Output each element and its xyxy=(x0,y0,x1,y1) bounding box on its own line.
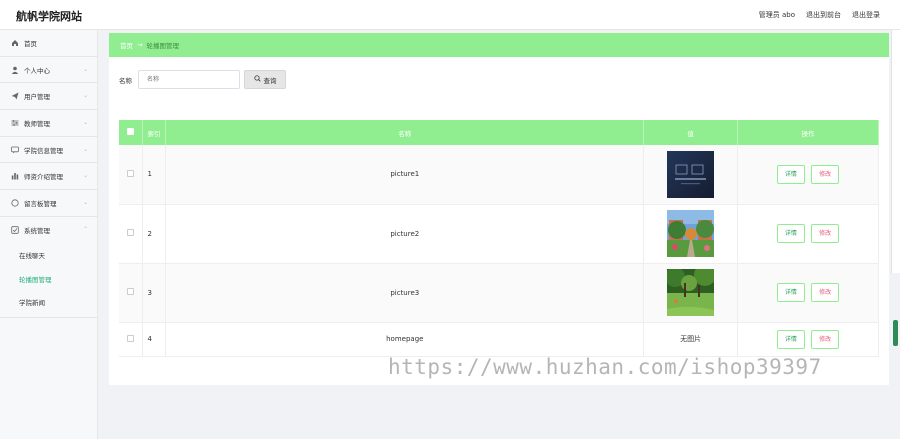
row-image-cell xyxy=(643,204,739,264)
table-row: 4 homepage 无图片 详情 修改 xyxy=(119,322,879,357)
chevron-up-icon: ⌃ xyxy=(82,225,88,233)
sidebar-item-label: 系统管理 xyxy=(24,227,50,236)
table-row: 1 picture1 详情 修改 xyxy=(119,145,879,205)
row-index: 1 xyxy=(142,145,167,205)
detail-button[interactable]: 详情 xyxy=(776,283,805,302)
row-actions: 详情 修改 xyxy=(737,204,879,264)
row-checkbox[interactable] xyxy=(127,169,135,177)
to-front-link[interactable]: 退出到前台 xyxy=(806,10,841,20)
breadcrumb-home[interactable]: 首页 xyxy=(120,40,133,50)
row-checkbox[interactable] xyxy=(127,288,135,295)
sidebar: 首页 个人中心 ⌄ 用户管理 ⌄ 教师管理 ⌄ 学院信息管理 ⌄ 师资介绍管理 … xyxy=(0,30,98,439)
detail-button[interactable]: 详情 xyxy=(776,164,805,184)
edit-button[interactable]: 修改 xyxy=(811,329,840,349)
chart-icon xyxy=(11,172,19,180)
scrollbar-thumb[interactable] xyxy=(893,320,898,346)
row-no-image: 无图片 xyxy=(643,322,739,357)
main-content: 首页 → 轮播图管理 名称 查询 索引 名称 值 操作 xyxy=(109,33,889,385)
sidebar-item-label: 个人中心 xyxy=(24,66,50,75)
select-all-checkbox[interactable] xyxy=(127,128,135,135)
campus-garden-image[interactable] xyxy=(667,210,715,257)
breadcrumb-current: 轮播图管理 xyxy=(146,42,179,50)
row-actions: 详情 修改 xyxy=(737,145,879,205)
search-input[interactable] xyxy=(138,70,240,89)
row-name: picture2 xyxy=(165,204,645,264)
sidebar-item-faculty[interactable]: 师资介绍管理 ⌄ xyxy=(0,163,97,191)
top-right-menu: 管理员 abo 退出到前台 退出登录 xyxy=(759,10,880,20)
system-submenu: 在线聊天 轮播图管理 学院新闻 xyxy=(0,244,97,318)
sidebar-item-college-info[interactable]: 学院信息管理 ⌄ xyxy=(0,137,97,164)
row-image-cell xyxy=(643,263,739,323)
row-name: picture1 xyxy=(165,145,645,205)
search-icon xyxy=(253,75,261,84)
sidebar-item-label: 师资介绍管理 xyxy=(24,173,63,182)
sidebar-item-system[interactable]: 系统管理 ⌃ xyxy=(0,217,97,244)
column-header-value: 值 xyxy=(643,120,739,145)
row-image-cell xyxy=(643,145,739,205)
chevron-down-icon: ⌄ xyxy=(82,92,88,100)
table-row: 3 picture3 详情 修改 xyxy=(119,263,879,323)
checkbox-icon xyxy=(11,226,19,234)
sidebar-item-personal[interactable]: 个人中心 ⌄ xyxy=(0,57,97,84)
table-header-row: 索引 名称 值 操作 xyxy=(119,120,879,145)
chevron-down-icon: ⌄ xyxy=(82,199,88,207)
table-row: 2 picture2 详情 修改 xyxy=(119,204,879,264)
select-all-header[interactable] xyxy=(119,120,144,145)
watermark-text: https://www.huzhan.com/ishop39397 xyxy=(388,355,822,379)
home-icon xyxy=(11,39,19,47)
sidebar-item-messages[interactable]: 留言板管理 ⌄ xyxy=(0,190,97,217)
search-row: 名称 查询 xyxy=(119,70,286,89)
row-checkbox[interactable] xyxy=(127,334,135,342)
sidebar-item-label: 用户管理 xyxy=(24,93,50,102)
sliders-icon xyxy=(11,119,19,127)
row-index: 2 xyxy=(142,204,167,264)
row-name: homepage xyxy=(165,322,645,357)
chevron-down-icon: ⌄ xyxy=(82,145,88,153)
detail-button[interactable]: 详情 xyxy=(776,224,805,243)
chat-icon xyxy=(11,146,19,154)
top-bar: 航帆学院网站 管理员 abo 退出到前台 退出登录 xyxy=(0,0,900,30)
edit-button[interactable]: 修改 xyxy=(811,283,840,302)
breadcrumb: 首页 → 轮播图管理 xyxy=(109,33,889,57)
sidebar-item-home[interactable]: 首页 xyxy=(0,30,97,57)
edit-button[interactable]: 修改 xyxy=(811,224,840,243)
search-button-label: 查询 xyxy=(263,76,277,85)
detail-button[interactable]: 详情 xyxy=(776,329,805,349)
sidebar-item-label: 教师管理 xyxy=(24,119,50,128)
scrollbar-track[interactable] xyxy=(891,30,900,273)
sidebar-subitem-news[interactable]: 学院新闻 xyxy=(0,291,97,315)
row-actions: 详情 修改 xyxy=(737,263,879,323)
circle-icon xyxy=(11,199,19,207)
sidebar-item-label: 学院信息管理 xyxy=(24,146,63,155)
row-index: 3 xyxy=(142,263,167,323)
data-table: 索引 名称 值 操作 1 picture1 详情 修改 2 picture2 详… xyxy=(119,120,879,357)
column-header-index: 索引 xyxy=(142,120,167,145)
edit-button[interactable]: 修改 xyxy=(811,164,840,184)
chevron-down-icon: ⌄ xyxy=(82,119,88,127)
sidebar-item-label: 留言板管理 xyxy=(24,199,57,208)
logout-link[interactable]: 退出登录 xyxy=(852,10,880,20)
sidebar-item-label: 首页 xyxy=(24,39,37,48)
column-header-actions: 操作 xyxy=(737,120,879,145)
row-name: picture3 xyxy=(165,263,645,323)
admin-label[interactable]: 管理员 abo xyxy=(759,10,795,20)
row-checkbox[interactable] xyxy=(127,229,135,236)
search-label: 名称 xyxy=(119,76,132,85)
row-index: 4 xyxy=(142,322,167,357)
row-actions: 详情 修改 xyxy=(737,322,879,357)
send-icon xyxy=(11,92,19,100)
breadcrumb-separator: → xyxy=(137,41,143,49)
chevron-down-icon: ⌄ xyxy=(82,172,88,180)
column-header-name: 名称 xyxy=(165,120,645,145)
sidebar-subitem-carousel[interactable]: 轮播图管理 xyxy=(0,267,97,291)
dark-poster-image[interactable] xyxy=(667,150,715,198)
search-button[interactable]: 查询 xyxy=(244,70,286,89)
sidebar-item-users[interactable]: 用户管理 ⌄ xyxy=(0,83,97,111)
user-icon xyxy=(11,66,19,74)
site-logo: 航帆学院网站 xyxy=(16,10,82,23)
chevron-down-icon: ⌄ xyxy=(82,65,88,73)
sidebar-item-teachers[interactable]: 教师管理 ⌄ xyxy=(0,110,97,137)
sidebar-subitem-chat[interactable]: 在线聊天 xyxy=(0,244,97,268)
park-lawn-image[interactable] xyxy=(667,269,715,316)
